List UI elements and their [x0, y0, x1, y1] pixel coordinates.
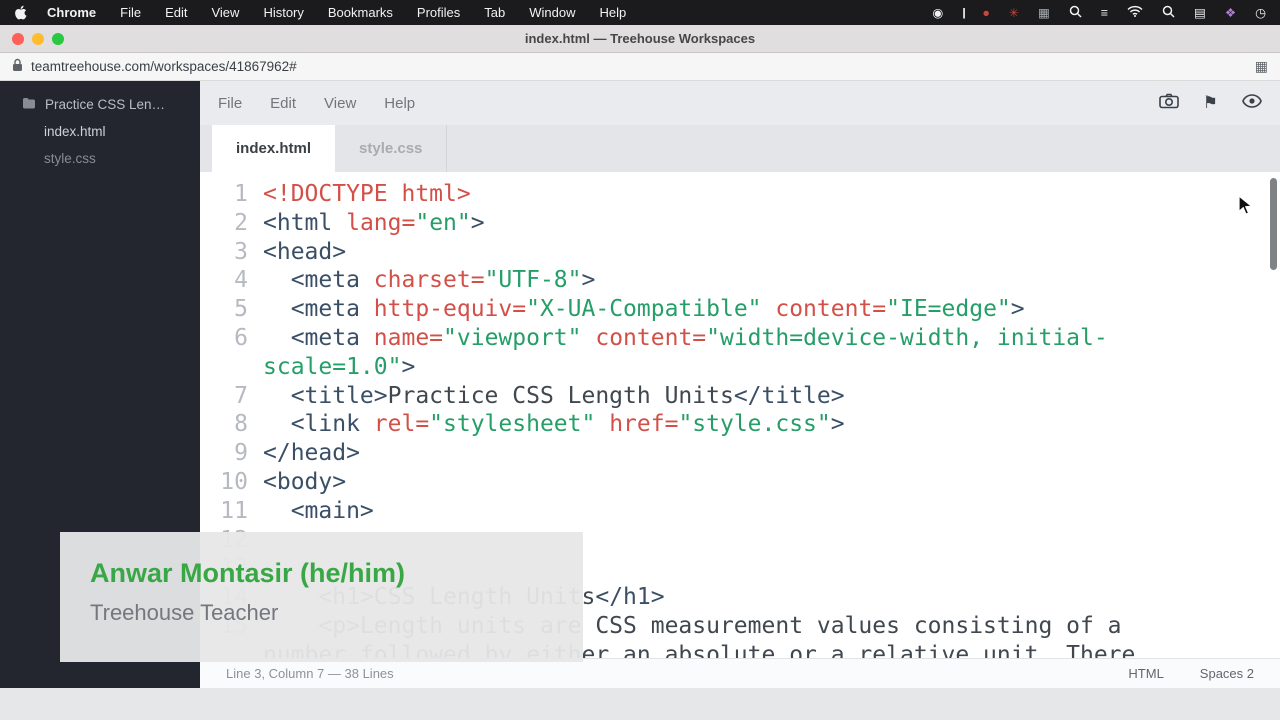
line-number: 3 — [200, 238, 248, 267]
language-mode-button[interactable]: HTML — [1128, 666, 1163, 681]
statusbar-right: HTML Spaces 2 — [1128, 666, 1254, 681]
wifi-icon[interactable] — [1127, 5, 1143, 20]
workspace-menu-edit[interactable]: Edit — [270, 95, 296, 112]
speaker-lower-third: Anwar Montasir (he/him) Treehouse Teache… — [60, 532, 583, 662]
code-row[interactable]: scale=1.0"> — [200, 353, 1280, 382]
line-number: 8 — [200, 410, 248, 439]
menu-tab[interactable]: Tab — [484, 5, 505, 20]
url-input[interactable]: teamtreehouse.com/workspaces/41867962# — [31, 59, 297, 74]
code-row[interactable]: 10<body> — [200, 468, 1280, 497]
line-number: 10 — [200, 468, 248, 497]
menubar-status-area: ◉ ||| ● ✳ ▦ ≡ ▤ ❖ ◷ — [932, 5, 1266, 21]
workspaces-grid-icon[interactable]: ▦ — [1255, 58, 1268, 75]
grid-app-icon[interactable]: ▦ — [1038, 5, 1050, 20]
tab-style-css[interactable]: style.css — [335, 125, 447, 172]
page-bottom-strip — [0, 688, 1280, 720]
speaker-name: Anwar Montasir (he/him) — [90, 558, 583, 589]
code-row[interactable]: 6 <meta name="viewport" content="width=d… — [200, 324, 1280, 353]
project-folder-label: Practice CSS Len… — [45, 97, 165, 112]
browser-titlebar: index.html — Treehouse Workspaces — [0, 25, 1280, 53]
menu-profiles[interactable]: Profiles — [417, 5, 460, 20]
mouse-cursor — [1238, 195, 1253, 221]
menu-bookmarks[interactable]: Bookmarks — [328, 5, 393, 20]
sidebar-file-style-css[interactable]: style.css — [0, 151, 200, 166]
red-dot-app-icon[interactable]: ● — [982, 6, 990, 20]
menu-view[interactable]: View — [211, 5, 239, 20]
workspace-menu-file[interactable]: File — [218, 95, 242, 112]
menu-edit[interactable]: Edit — [165, 5, 187, 20]
code-row[interactable]: 4 <meta charset="UTF-8"> — [200, 266, 1280, 295]
lock-icon[interactable] — [12, 58, 23, 75]
extension-app-icon[interactable]: ❖ — [1225, 5, 1236, 20]
code-row[interactable]: 5 <meta http-equiv="X-UA-Compatible" con… — [200, 295, 1280, 324]
indent-setting-button[interactable]: Spaces 2 — [1200, 666, 1254, 681]
sidebar-file-index-html[interactable]: index.html — [0, 124, 200, 139]
code-row[interactable]: 1<!DOCTYPE html> — [200, 180, 1280, 209]
menu-file[interactable]: File — [120, 5, 141, 20]
list-app-icon[interactable]: ≡ — [1101, 6, 1108, 20]
window-title: index.html — Treehouse Workspaces — [0, 25, 1280, 53]
line-number — [200, 353, 248, 382]
code-row[interactable]: 2<html lang="en"> — [200, 209, 1280, 238]
folder-icon — [22, 97, 36, 112]
screen: Chrome File Edit View History Bookmarks … — [0, 0, 1280, 720]
line-number: 11 — [200, 497, 248, 526]
code-row[interactable]: 8 <link rel="stylesheet" href="style.css… — [200, 410, 1280, 439]
code-row[interactable]: 11 <main> — [200, 497, 1280, 526]
workspace-menu-help[interactable]: Help — [384, 95, 415, 112]
code-row[interactable]: 7 <title>Practice CSS Length Units</titl… — [200, 382, 1280, 411]
apple-logo-icon[interactable] — [14, 5, 27, 20]
cursor-position-text: Line 3, Column 7 — 38 Lines — [226, 666, 394, 681]
report-flag-icon[interactable]: ⚑ — [1203, 93, 1218, 113]
asterisk-app-icon[interactable]: ✳ — [1009, 6, 1019, 20]
speaker-role: Treehouse Teacher — [90, 600, 583, 626]
line-number: 6 — [200, 324, 248, 353]
menu-history[interactable]: History — [263, 5, 303, 20]
menubar-app-name[interactable]: Chrome — [47, 5, 96, 20]
project-folder-item[interactable]: Practice CSS Len… — [0, 81, 200, 112]
screen-recording-icon[interactable]: ◉ — [932, 5, 943, 20]
editor-tabbar: index.html style.css — [200, 125, 1280, 172]
line-number: 9 — [200, 439, 248, 468]
tab-index-html[interactable]: index.html — [212, 125, 335, 172]
spotlight-search-icon[interactable] — [1162, 5, 1175, 21]
preview-eye-icon[interactable] — [1242, 94, 1262, 112]
magnifier-app-icon[interactable] — [1069, 5, 1082, 21]
line-number: 4 — [200, 266, 248, 295]
menu-window[interactable]: Window — [529, 5, 575, 20]
stage-manager-icon[interactable]: ||| — [962, 7, 963, 19]
snapshot-camera-icon[interactable] — [1159, 93, 1179, 113]
editor-statusbar: Line 3, Column 7 — 38 Lines HTML Spaces … — [200, 658, 1280, 688]
battery-icon[interactable]: ▤ — [1194, 5, 1206, 20]
workspace-toolbar: File Edit View Help ⚑ — [200, 81, 1280, 125]
line-number: 1 — [200, 180, 248, 209]
code-row[interactable]: 9</head> — [200, 439, 1280, 468]
line-number: 5 — [200, 295, 248, 324]
line-number: 7 — [200, 382, 248, 411]
code-row[interactable]: 3<head> — [200, 238, 1280, 267]
workspace-menu-view[interactable]: View — [324, 95, 356, 112]
menu-help[interactable]: Help — [600, 5, 627, 20]
workspace-toolbar-actions: ⚑ — [1159, 93, 1262, 113]
editor-scrollbar-thumb[interactable] — [1270, 178, 1277, 270]
macos-menubar: Chrome File Edit View History Bookmarks … — [0, 0, 1280, 25]
browser-urlbar: teamtreehouse.com/workspaces/41867962# ▦ — [0, 53, 1280, 81]
line-number: 2 — [200, 209, 248, 238]
clock-icon[interactable]: ◷ — [1255, 5, 1266, 20]
